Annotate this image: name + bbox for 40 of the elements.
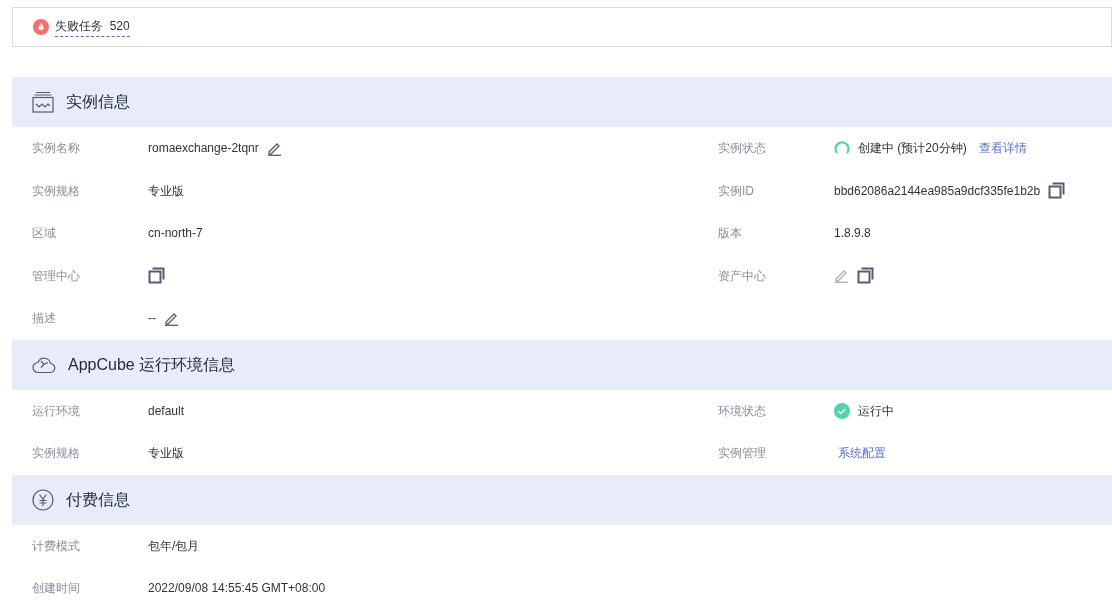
field-label: 实例状态: [717, 140, 767, 158]
field-value: cn-north-7: [148, 225, 203, 243]
monitor-icon: [32, 91, 54, 113]
field-value: default: [148, 402, 185, 420]
link[interactable]: 系统配置: [838, 444, 886, 463]
copy-icon[interactable]: [148, 267, 165, 285]
field-label: 计费模式: [31, 537, 81, 555]
field-value: 创建中 (预计20分钟): [858, 140, 967, 158]
success-icon: [834, 402, 850, 419]
field-value: romaexchange-2tqnr: [148, 140, 259, 158]
link[interactable]: 查看详情: [978, 139, 1027, 158]
field-value: bbd62086a2144ea985a9dcf335fe1b2b: [834, 182, 1041, 200]
field-label: 实例规格: [31, 445, 81, 463]
field-label: 运行环境: [31, 402, 81, 420]
field-value: 1.8.9.8: [834, 225, 871, 243]
field-label: 环境状态: [717, 402, 767, 420]
section-title: 实例信息: [66, 92, 130, 112]
field-label: 资产中心: [717, 267, 767, 285]
field-label: 实例名称: [31, 140, 81, 158]
field-value: 专业版: [148, 182, 184, 200]
field-label: 管理中心: [31, 267, 81, 285]
copy-icon[interactable]: [857, 267, 874, 285]
alert-icon: [33, 19, 49, 35]
field-value: 2022/09/08 14:55:45 GMT+08:00: [148, 580, 326, 598]
field-label: 创建时间: [31, 580, 81, 598]
field-value: 包年/包月: [148, 537, 200, 555]
field-value: --: [148, 310, 156, 328]
field-label: 区域: [31, 225, 57, 243]
field-value: 运行中: [858, 402, 894, 420]
field-label: 实例规格: [31, 182, 81, 200]
section-title: AppCube 运行环境信息: [68, 354, 236, 375]
field-label: 描述: [31, 310, 57, 328]
field-label: 实例ID: [717, 182, 755, 200]
copy-icon[interactable]: [1048, 182, 1066, 200]
section-title: 付费信息: [66, 489, 130, 510]
yen-icon: [32, 488, 54, 511]
field-label: 版本: [717, 225, 743, 243]
field-label: 实例管理: [717, 445, 767, 463]
field-value: 专业版: [148, 445, 184, 463]
failed-tasks-link[interactable]: 失败任务 520: [55, 17, 130, 37]
